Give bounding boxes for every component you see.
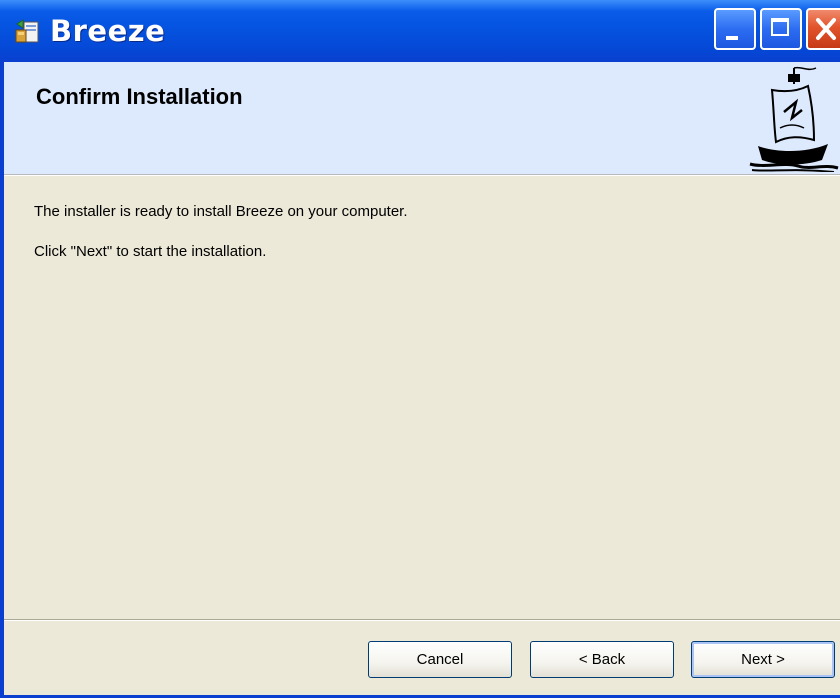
footer-divider-highlight <box>4 620 840 621</box>
page-heading: Confirm Installation <box>36 84 243 109</box>
maximize-button[interactable] <box>760 8 802 50</box>
banner-separator <box>4 175 840 176</box>
ship-logo <box>749 66 839 172</box>
minimize-button[interactable] <box>714 8 756 50</box>
close-icon <box>816 18 836 40</box>
minimize-icon <box>726 36 738 40</box>
installer-window: Breeze Confirm Installation The installe… <box>0 0 840 698</box>
next-button[interactable]: Next > <box>691 641 835 678</box>
cancel-button[interactable]: Cancel <box>368 641 512 678</box>
back-button[interactable]: < Back <box>530 641 674 678</box>
installer-icon <box>15 19 39 43</box>
header-banner: Confirm Installation <box>4 62 840 175</box>
instruction-message: Click "Next" to start the installation. <box>34 243 267 260</box>
maximize-icon <box>771 18 789 36</box>
ready-message: The installer is ready to install Breeze… <box>34 203 408 220</box>
close-button[interactable] <box>806 8 840 50</box>
window-title: Breeze <box>50 14 166 48</box>
title-bar[interactable]: Breeze <box>0 0 840 62</box>
